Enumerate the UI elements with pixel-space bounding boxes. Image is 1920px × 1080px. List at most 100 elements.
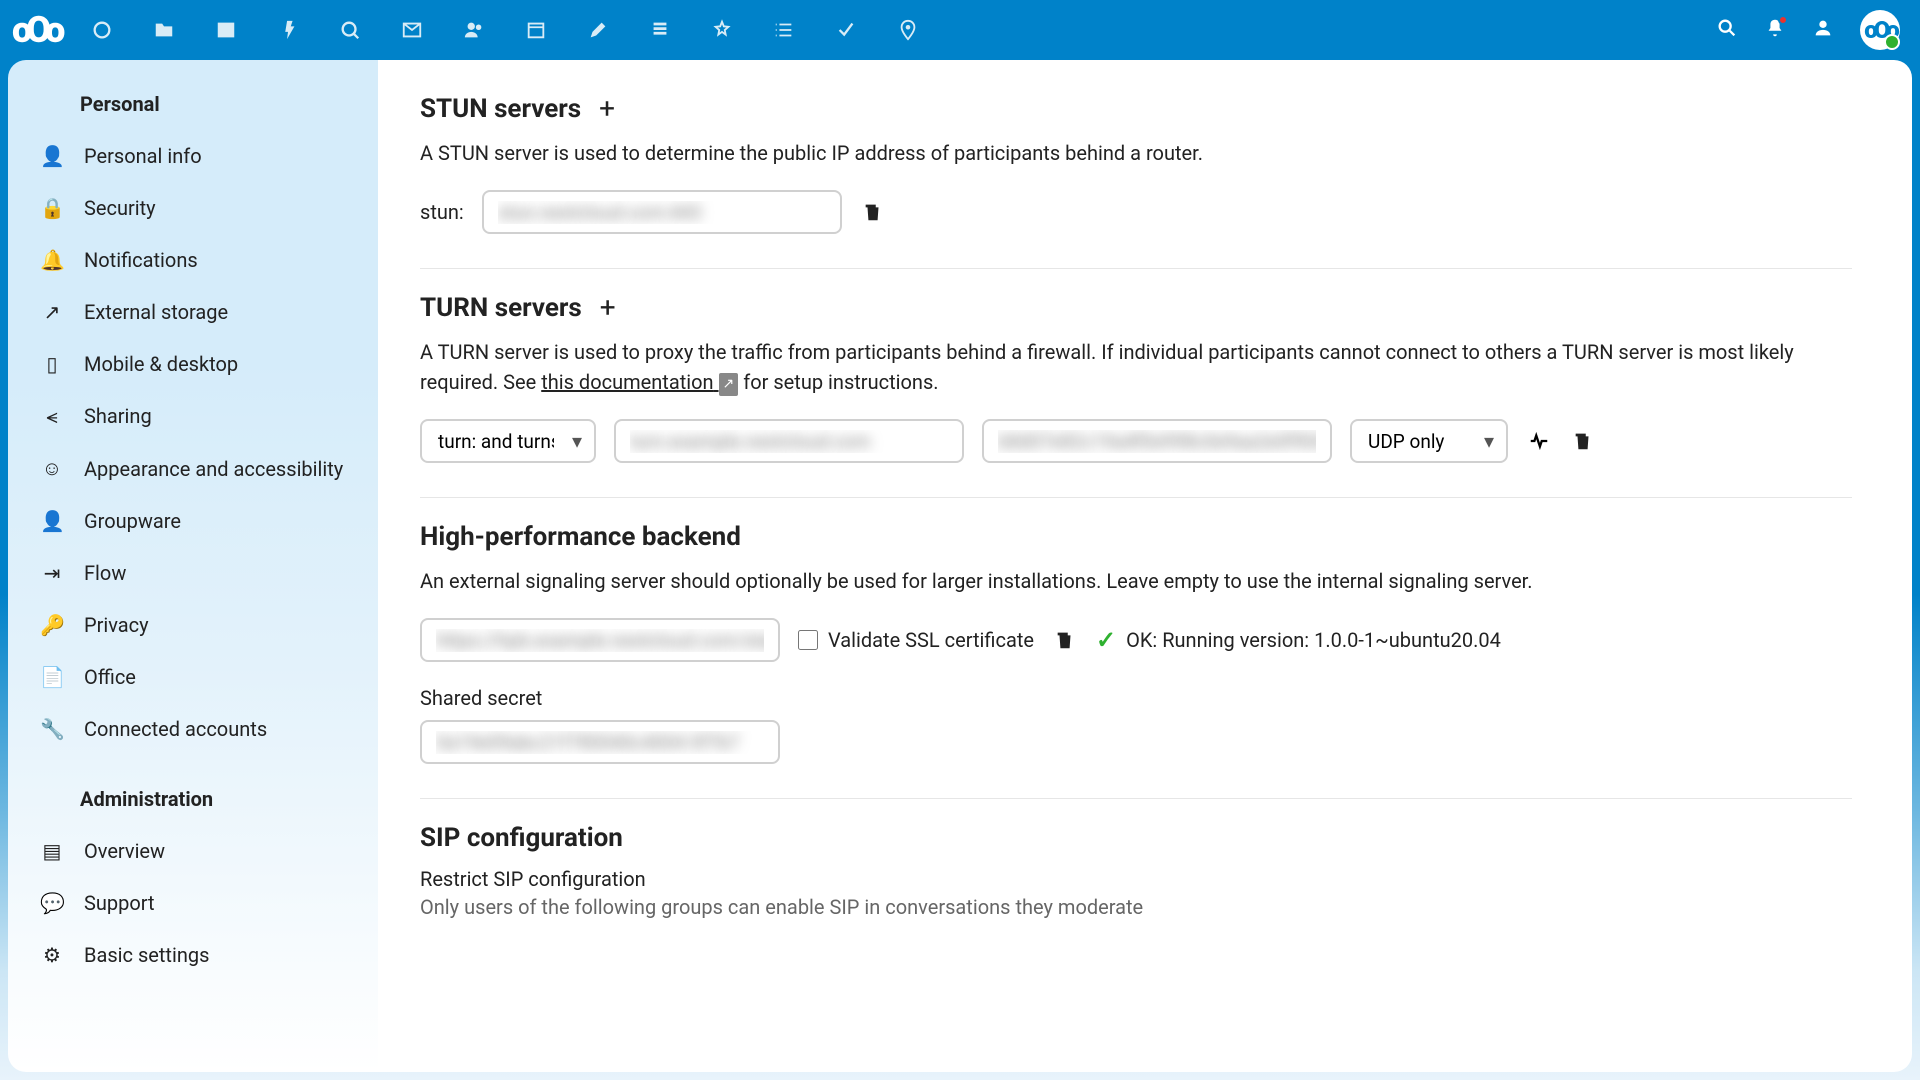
delete-turn-button[interactable] bbox=[1570, 428, 1596, 454]
top-bar: oOo oOo bbox=[0, 0, 1920, 60]
user-icon: 👤 bbox=[40, 144, 64, 168]
contacts-icon[interactable] bbox=[443, 0, 505, 60]
turn-doc-link[interactable]: this documentation ↗ bbox=[541, 370, 738, 394]
hpb-url-input[interactable] bbox=[420, 618, 780, 662]
add-stun-button[interactable]: + bbox=[599, 95, 615, 123]
hpb-title: High-performance backend bbox=[420, 522, 741, 552]
validate-ssl-label: Validate SSL certificate bbox=[828, 628, 1034, 652]
hpb-description: An external signaling server should opti… bbox=[420, 566, 1852, 596]
test-turn-button[interactable] bbox=[1526, 428, 1552, 454]
wrench-icon: 🔧 bbox=[40, 717, 64, 741]
delete-stun-button[interactable] bbox=[860, 199, 886, 225]
validate-ssl-input[interactable] bbox=[798, 630, 818, 650]
stun-prefix-label: stun: bbox=[420, 200, 464, 224]
sidebar-item-notifications[interactable]: 🔔 Notifications bbox=[8, 234, 378, 286]
sidebar-item-support[interactable]: 💬 Support bbox=[8, 877, 378, 929]
mail-icon[interactable] bbox=[381, 0, 443, 60]
sidebar-item-label: Office bbox=[84, 665, 136, 689]
stun-description: A STUN server is used to determine the p… bbox=[420, 138, 1852, 168]
phone-icon: ▯ bbox=[40, 352, 64, 376]
check-icon: ✓ bbox=[1096, 626, 1116, 654]
add-turn-button[interactable]: + bbox=[600, 294, 616, 322]
accessibility-icon: ☺ bbox=[40, 456, 64, 481]
sidebar-item-external-storage[interactable]: ↗External storage bbox=[8, 286, 378, 338]
sidebar-item-office[interactable]: 📄 Office bbox=[8, 651, 378, 703]
sidebar-item-label: Mobile & desktop bbox=[84, 352, 238, 376]
deck-icon[interactable] bbox=[629, 0, 691, 60]
sidebar-item-label: Sharing bbox=[84, 404, 152, 428]
maps-icon[interactable] bbox=[877, 0, 939, 60]
hpb-status: ✓ OK: Running version: 1.0.0-1~ubuntu20.… bbox=[1096, 626, 1501, 654]
talk-icon[interactable] bbox=[319, 0, 381, 60]
group-icon: 👤 bbox=[40, 509, 64, 533]
activity-icon[interactable] bbox=[257, 0, 319, 60]
delete-hpb-button[interactable] bbox=[1052, 627, 1078, 653]
list-icon[interactable] bbox=[753, 0, 815, 60]
sidebar-item-label: Flow bbox=[84, 561, 126, 585]
sidebar-item-appearance[interactable]: ☺ Appearance and accessibility bbox=[8, 442, 378, 495]
overview-icon: ▤ bbox=[40, 839, 64, 863]
sidebar-item-label: Groupware bbox=[84, 509, 181, 533]
bell-icon: 🔔 bbox=[40, 248, 64, 272]
sip-restrict-label: Restrict SIP configuration bbox=[420, 867, 1852, 891]
sidebar-item-label: Appearance and accessibility bbox=[84, 457, 343, 481]
tasks-icon[interactable] bbox=[815, 0, 877, 60]
chat-icon: 💬 bbox=[40, 891, 64, 915]
flow-icon: ⇥ bbox=[40, 561, 64, 585]
files-icon[interactable] bbox=[133, 0, 195, 60]
sidebar-item-overview[interactable]: ▤Overview bbox=[8, 825, 378, 877]
lock-icon: 🔒 bbox=[40, 196, 64, 220]
sidebar-item-sharing[interactable]: ⪪ Sharing bbox=[8, 390, 378, 442]
app-shell: Personal 👤 Personal info 🔒Security 🔔 Notif… bbox=[8, 60, 1912, 1072]
turn-title: TURN servers bbox=[420, 293, 582, 323]
notifications-icon[interactable] bbox=[1764, 17, 1786, 43]
hpb-status-text: OK: Running version: 1.0.0-1~ubuntu20.04 bbox=[1126, 628, 1501, 652]
topbar-right: oOo bbox=[1716, 10, 1908, 50]
app-switcher bbox=[71, 0, 939, 60]
dashboard-icon[interactable] bbox=[71, 0, 133, 60]
turn-server-input[interactable] bbox=[614, 419, 964, 463]
user-avatar[interactable]: oOo bbox=[1860, 10, 1900, 50]
featured-icon[interactable] bbox=[691, 0, 753, 60]
external-link-icon: ↗ bbox=[719, 373, 739, 396]
status-online-dot bbox=[1884, 34, 1900, 50]
settings-content: STUN servers + A STUN server is used to … bbox=[378, 60, 1912, 1072]
hpb-secret-input[interactable] bbox=[420, 720, 780, 764]
sidebar-item-label: Support bbox=[84, 891, 155, 915]
sip-title: SIP configuration bbox=[420, 823, 623, 853]
sidebar-item-label: Connected accounts bbox=[84, 717, 267, 741]
gear-icon: ⚙ bbox=[40, 943, 64, 967]
section-stun: STUN servers + A STUN server is used to … bbox=[420, 90, 1852, 269]
sidebar-item-security[interactable]: 🔒Security bbox=[8, 182, 378, 234]
sidebar-item-label: Basic settings bbox=[84, 943, 209, 967]
turn-description: A TURN server is used to proxy the traff… bbox=[420, 337, 1852, 397]
turn-secret-input[interactable] bbox=[982, 419, 1332, 463]
photos-icon[interactable] bbox=[195, 0, 257, 60]
sidebar-item-connected-accounts[interactable]: 🔧 Connected accounts bbox=[8, 703, 378, 755]
sidebar-item-mobile[interactable]: ▯ Mobile & desktop bbox=[8, 338, 378, 390]
turn-protocol-select[interactable]: UDP only bbox=[1350, 419, 1508, 463]
search-icon[interactable] bbox=[1716, 17, 1738, 43]
section-hpb: High-performance backend An external sig… bbox=[420, 498, 1852, 799]
notes-icon[interactable] bbox=[567, 0, 629, 60]
calendar-icon[interactable] bbox=[505, 0, 567, 60]
section-sip: SIP configuration Restrict SIP configura… bbox=[420, 799, 1852, 953]
sidebar-item-basic-settings[interactable]: ⚙ Basic settings bbox=[8, 929, 378, 981]
sidebar-item-privacy[interactable]: 🔑Privacy bbox=[8, 599, 378, 651]
sidebar-item-flow[interactable]: ⇥ Flow bbox=[8, 547, 378, 599]
sidebar-item-label: Notifications bbox=[84, 248, 198, 272]
app-logo[interactable]: oOo bbox=[12, 9, 59, 51]
validate-ssl-checkbox[interactable]: Validate SSL certificate bbox=[798, 628, 1034, 652]
sidebar-header-personal: Personal bbox=[8, 78, 378, 130]
stun-server-input[interactable] bbox=[482, 190, 842, 234]
contacts-menu-icon[interactable] bbox=[1812, 17, 1834, 43]
sidebar-item-personal-info[interactable]: 👤 Personal info bbox=[8, 130, 378, 182]
sidebar-item-groupware[interactable]: 👤 Groupware bbox=[8, 495, 378, 547]
sidebar-item-label: Privacy bbox=[84, 613, 149, 637]
shared-secret-label: Shared secret bbox=[420, 686, 1852, 710]
share-icon: ⪪ bbox=[40, 404, 64, 428]
document-icon: 📄 bbox=[40, 665, 64, 689]
sidebar-item-label: Personal info bbox=[84, 144, 202, 168]
turn-scheme-select[interactable]: turn: and turns: bbox=[420, 419, 596, 463]
stun-title: STUN servers bbox=[420, 94, 581, 124]
